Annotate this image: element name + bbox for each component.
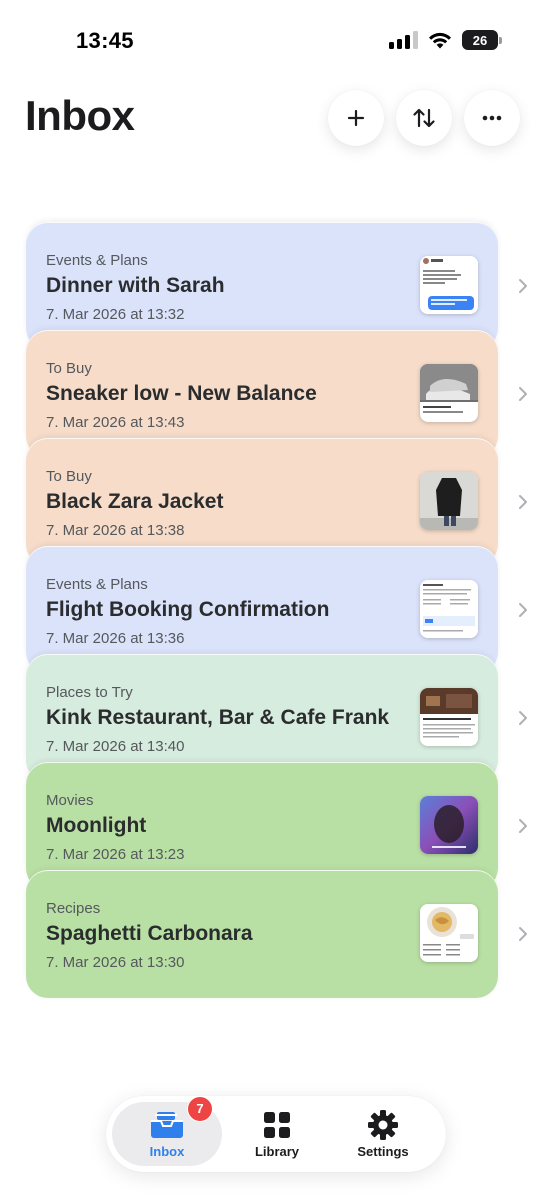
battery-level: 26 — [472, 32, 488, 48]
tab-inbox[interactable]: 7 Inbox — [112, 1095, 222, 1166]
item-category: Places to Try — [46, 684, 133, 701]
add-button[interactable] — [328, 90, 384, 146]
chevron-right-icon — [519, 711, 527, 725]
item-title: Kink Restaurant, Bar & Cafe Frank — [46, 706, 390, 729]
tray-icon — [151, 1111, 183, 1138]
sort-button[interactable] — [396, 90, 452, 146]
tab-library[interactable]: Library — [222, 1102, 332, 1166]
chevron-right-icon — [519, 279, 527, 293]
chevron-right-icon — [519, 603, 527, 617]
inbox-list: Events & Plans Dinner with Sarah 7. Mar … — [26, 222, 527, 998]
jacket-photo-thumbnail — [420, 472, 478, 530]
chat-screenshot-thumbnail — [420, 256, 478, 314]
chevron-right-icon — [519, 387, 527, 401]
item-date: 7. Mar 2026 at 13:23 — [46, 846, 185, 863]
sneaker-photo-thumbnail — [420, 364, 478, 422]
item-title: Sneaker low - New Balance — [46, 382, 317, 405]
recipe-photo-thumbnail — [420, 904, 478, 962]
status-time: 13:45 — [76, 28, 134, 53]
item-title: Moonlight — [46, 814, 147, 837]
plus-icon — [347, 109, 365, 127]
chevron-right-icon — [519, 927, 527, 941]
item-title: Dinner with Sarah — [46, 274, 225, 297]
ellipsis-icon — [482, 115, 502, 121]
movie-poster-thumbnail — [420, 796, 478, 854]
item-date: 7. Mar 2026 at 13:30 — [46, 954, 185, 971]
item-category: To Buy — [46, 360, 92, 377]
page-title: Inbox — [25, 92, 135, 139]
item-title: Black Zara Jacket — [46, 490, 224, 513]
more-options-button[interactable] — [464, 90, 520, 146]
grid-icon — [264, 1111, 290, 1138]
item-date: 7. Mar 2026 at 13:32 — [46, 306, 185, 323]
header-actions — [328, 90, 520, 146]
tab-label: Inbox — [149, 1143, 185, 1159]
item-category: Events & Plans — [46, 576, 148, 593]
inbox-count-badge: 7 — [187, 1095, 213, 1122]
item-category: To Buy — [46, 468, 92, 485]
item-title: Flight Booking Confirmation — [46, 598, 330, 621]
chevron-right-icon — [519, 495, 527, 509]
chevron-right-icon — [519, 819, 527, 833]
inbox-item-spaghetti-carbonara[interactable]: Recipes Spaghetti Carbonara 7. Mar 2026 … — [26, 870, 527, 998]
item-category: Recipes — [46, 900, 101, 917]
cellular-signal-icon — [389, 31, 418, 49]
item-date: 7. Mar 2026 at 13:40 — [46, 738, 185, 755]
restaurant-photo-thumbnail — [420, 688, 478, 746]
gear-icon — [368, 1109, 398, 1140]
sort-arrows-icon — [413, 108, 435, 128]
tab-label: Library — [254, 1143, 300, 1159]
status-bar: 13:45 26 — [0, 0, 552, 80]
item-category: Events & Plans — [46, 252, 148, 269]
item-date: 7. Mar 2026 at 13:43 — [46, 414, 185, 431]
item-title: Spaghetti Carbonara — [46, 922, 253, 945]
item-category: Movies — [46, 792, 94, 809]
tab-bar: 7 Inbox Library Settings — [106, 1095, 446, 1172]
status-indicators: 26 — [389, 30, 502, 50]
screen: 13:45 26 Inbox Events & Plans Dinner wit… — [0, 0, 552, 1200]
tab-settings[interactable]: Settings — [328, 1102, 438, 1166]
flight-document-thumbnail — [420, 580, 478, 638]
battery-icon: 26 — [462, 30, 502, 50]
tab-label: Settings — [357, 1143, 409, 1159]
item-date: 7. Mar 2026 at 13:36 — [46, 630, 185, 647]
item-date: 7. Mar 2026 at 13:38 — [46, 522, 185, 539]
wifi-icon — [429, 32, 451, 49]
